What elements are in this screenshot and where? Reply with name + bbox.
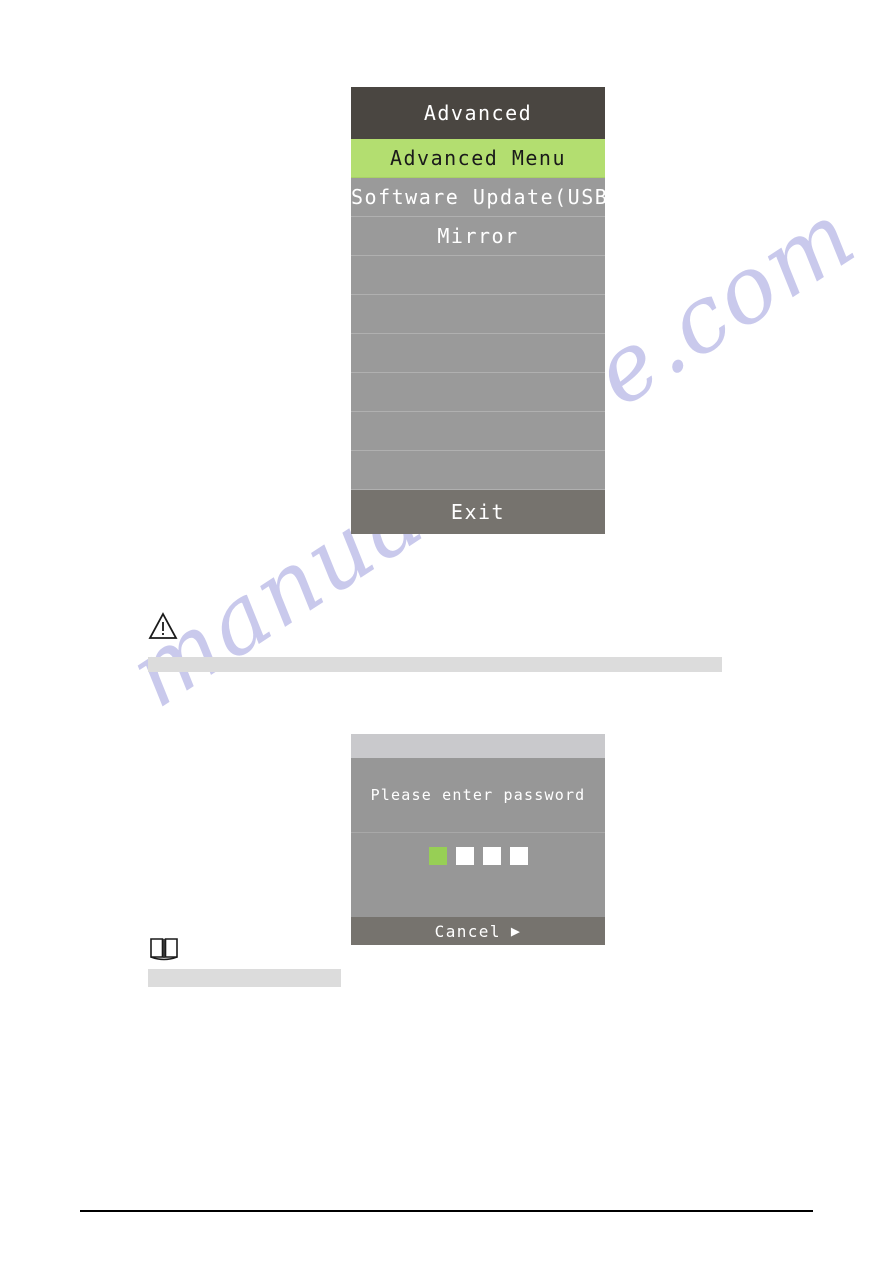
warning-triangle-icon	[148, 612, 178, 640]
osd-menu-item-empty-3[interactable]	[351, 334, 605, 373]
osd-menu-item-empty-4[interactable]	[351, 373, 605, 412]
password-entry-boxes[interactable]	[351, 833, 605, 917]
warning-text-redaction-bar	[148, 657, 722, 672]
osd-menu-item-software-update-usb[interactable]: Software Update(USB)	[351, 178, 605, 217]
password-box-3[interactable]	[482, 847, 501, 865]
password-cancel-label: Cancel	[434, 922, 501, 941]
note-text-redaction-bar	[148, 969, 341, 987]
password-dialog-titlebar	[351, 734, 605, 758]
password-dialog: Please enter password Cancel ▶	[351, 734, 605, 945]
page-footer-rule	[80, 1210, 813, 1212]
osd-menu-item-empty-2[interactable]	[351, 295, 605, 334]
osd-menu-exit-button[interactable]: Exit	[351, 490, 605, 534]
osd-menu-item-empty-5[interactable]	[351, 412, 605, 451]
osd-menu-item-empty-1[interactable]	[351, 256, 605, 295]
password-dialog-body: Please enter password	[351, 758, 605, 917]
password-prompt-label: Please enter password	[351, 758, 605, 833]
open-book-icon	[148, 936, 180, 962]
osd-advanced-menu: Advanced Advanced Menu Software Update(U…	[351, 87, 605, 534]
password-box-2[interactable]	[455, 847, 474, 865]
right-arrow-icon: ▶	[510, 922, 522, 940]
osd-menu-item-mirror[interactable]: Mirror	[351, 217, 605, 256]
password-box-4[interactable]	[509, 847, 528, 865]
osd-menu-item-empty-6[interactable]	[351, 451, 605, 490]
osd-menu-title: Advanced	[351, 87, 605, 139]
password-cancel-button[interactable]: Cancel ▶	[351, 917, 605, 945]
osd-menu-item-advanced-menu[interactable]: Advanced Menu	[351, 139, 605, 178]
password-box-1[interactable]	[428, 847, 447, 865]
